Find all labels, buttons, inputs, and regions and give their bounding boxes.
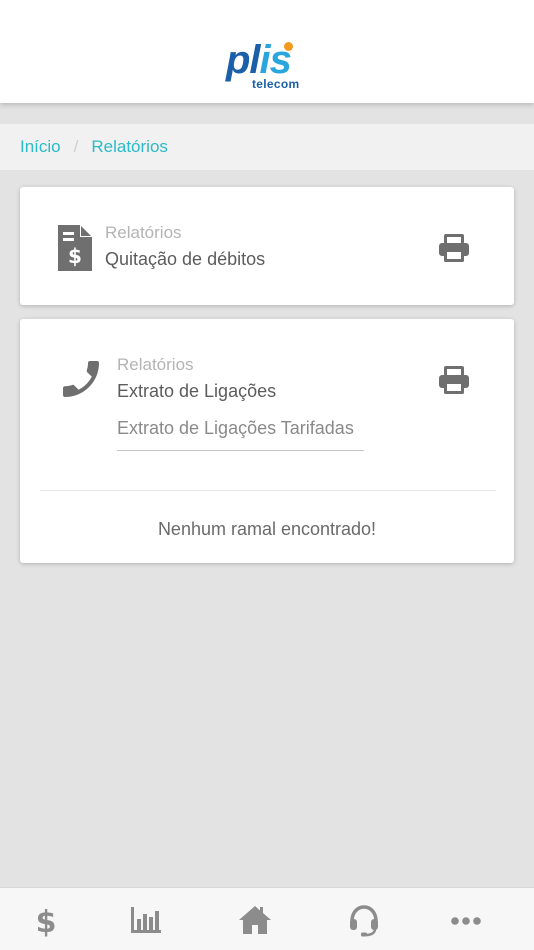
svg-text:$: $ [68, 244, 82, 268]
breadcrumb-current[interactable]: Relatórios [91, 137, 168, 157]
report-card-call-statement: Relatórios Extrato de Ligações Extrato d… [20, 319, 514, 563]
card-title: Extrato de Ligações [117, 381, 277, 401]
tab-support[interactable] [344, 900, 384, 940]
tab-more[interactable] [446, 900, 486, 940]
bottom-tab-bar: $ [0, 887, 534, 950]
printer-icon[interactable] [438, 364, 470, 396]
breadcrumb-home-link[interactable]: Início [20, 137, 61, 157]
home-icon [239, 906, 271, 934]
tab-home[interactable] [235, 900, 275, 940]
plis-telecom-logo[interactable]: plis telecom [226, 40, 306, 92]
empty-extensions-message: Nenhum ramal encontrado! [157, 519, 377, 539]
logo-dot [284, 42, 293, 51]
tab-reports[interactable] [126, 900, 166, 940]
dollar-icon: $ [36, 905, 57, 937]
bar-chart-icon [131, 907, 161, 933]
app-header: plis telecom [0, 0, 534, 103]
logo-subtitle: telecom [252, 77, 300, 91]
headset-icon [350, 905, 378, 937]
dollar-document-icon: $ [58, 225, 92, 271]
phone-icon [63, 361, 99, 397]
card-title: Quitação de débitos [105, 249, 266, 269]
breadcrumb: Início / Relatórios [0, 124, 534, 170]
more-dots-icon [451, 917, 481, 925]
report-card-debt-clearance: $ Relatórios Quitação de débitos [20, 187, 514, 305]
breadcrumb-separator: / [73, 137, 79, 156]
logo-wordmark: plis [226, 38, 292, 82]
card-divider [40, 490, 496, 491]
card-category-label: Relatórios [117, 355, 194, 374]
svg-text:$: $ [36, 905, 57, 937]
statement-type-select[interactable]: Extrato de Ligações Tarifadas [117, 415, 364, 451]
tab-billing[interactable]: $ [26, 900, 66, 940]
printer-icon[interactable] [438, 232, 470, 264]
card-category-label: Relatórios [105, 223, 182, 242]
